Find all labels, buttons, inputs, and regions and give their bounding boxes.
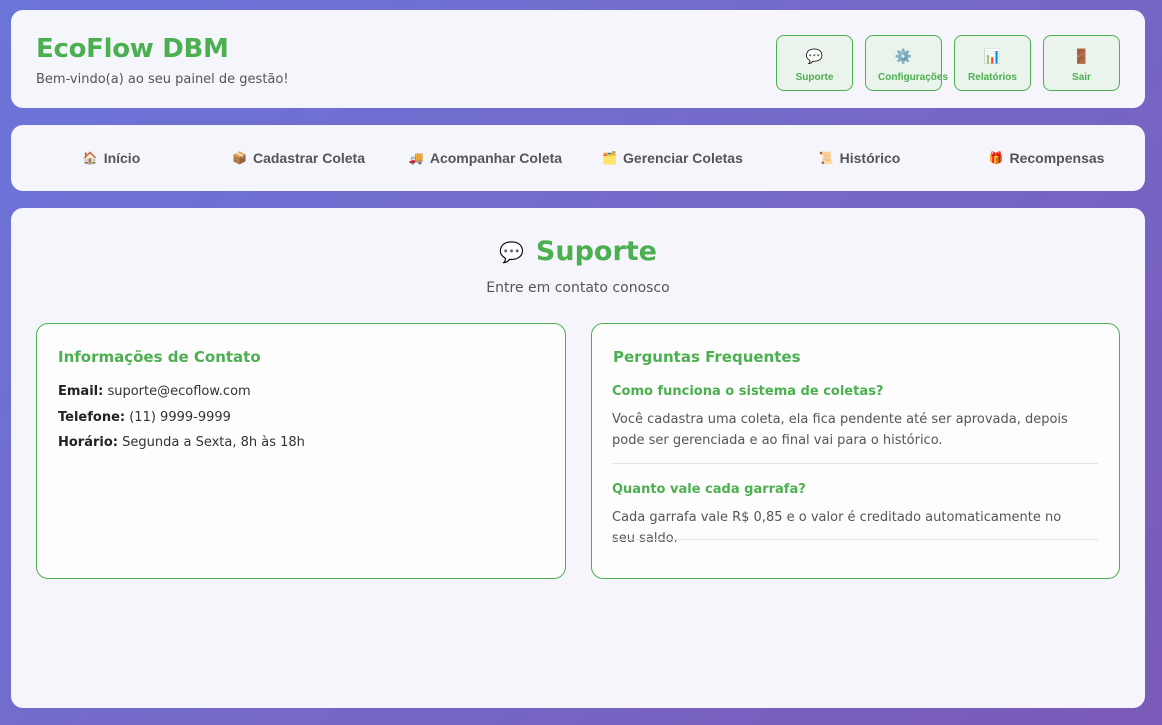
header-bar: EcoFlow DBM Bem-vindo(a) ao seu painel d… xyxy=(11,10,1145,108)
contact-phone: Telefone: (11) 9999-9999 xyxy=(58,410,231,425)
faq-answer: Cada garrafa vale R$ 0,85 e o valor é cr… xyxy=(612,510,1062,546)
faq-heading: Perguntas Frequentes xyxy=(613,348,801,366)
faq-panel: Perguntas Frequentes Como funciona o sis… xyxy=(591,323,1120,579)
nav-item-acompanhar-coleta[interactable]: 🚚 Acompanhar Coleta xyxy=(391,125,580,191)
faq-answer: Você cadastra uma coleta, ela fica pende… xyxy=(612,412,1068,448)
email-label: Email: xyxy=(58,384,104,399)
nav-item-recompensas[interactable]: 🎁 Recompensas xyxy=(952,125,1141,191)
page-subtitle: Entre em contato conosco xyxy=(486,280,670,296)
nav-item-historico[interactable]: 📜 Histórico xyxy=(765,125,954,191)
faq-divider xyxy=(612,463,1098,464)
contact-hours: Horário: Segunda a Sexta, 8h às 18h xyxy=(58,435,305,450)
nav-item-label: Recompensas xyxy=(1009,150,1105,166)
nav-item-label: Acompanhar Coleta xyxy=(429,150,563,166)
gift-icon: 🎁 xyxy=(988,151,1004,165)
speech-bubble-icon: 💬 xyxy=(805,48,824,64)
phone-label: Telefone: xyxy=(58,410,126,425)
reports-button-label: Relatórios xyxy=(968,72,1017,83)
faq-question: Como funciona o sistema de coletas? xyxy=(612,384,884,399)
contact-email: Email: suporte@ecoflow.com xyxy=(58,384,251,399)
nav-item-label: Cadastrar Coleta xyxy=(252,150,365,166)
nav-item-cadastrar-coleta[interactable]: 📦 Cadastrar Coleta xyxy=(204,125,393,191)
phone-value: (11) 9999-9999 xyxy=(129,410,231,425)
door-icon: 🚪 xyxy=(1072,48,1091,64)
gear-icon: ⚙️ xyxy=(894,48,913,64)
reports-button[interactable]: 📊 Relatórios xyxy=(954,35,1031,91)
truck-icon: 🚚 xyxy=(408,151,424,165)
speech-bubble-icon: 💬 xyxy=(499,239,524,264)
package-icon: 📦 xyxy=(232,151,247,165)
nav-item-label: Histórico xyxy=(839,150,901,166)
welcome-text: Bem-vindo(a) ao seu painel de gestão! xyxy=(36,72,289,87)
main-nav: 🏠 Início 📦 Cadastrar Coleta 🚚 Acompanhar… xyxy=(11,125,1145,191)
folder-icon: 🗂️ xyxy=(602,151,618,165)
bar-chart-icon: 📊 xyxy=(983,48,1002,64)
contact-heading: Informações de Contato xyxy=(58,348,261,366)
page-title: Suporte xyxy=(535,236,657,267)
hours-value: Segunda a Sexta, 8h às 18h xyxy=(122,435,305,450)
email-value: suporte@ecoflow.com xyxy=(107,384,251,399)
logout-button[interactable]: 🚪 Sair xyxy=(1043,35,1120,91)
faq-divider xyxy=(612,539,1098,540)
faq-question: Quanto vale cada garrafa? xyxy=(612,482,806,497)
logout-button-label: Sair xyxy=(1072,72,1091,83)
contact-info-panel: Informações de Contato Email: suporte@ec… xyxy=(36,323,566,579)
house-icon: 🏠 xyxy=(82,151,98,165)
nav-item-gerenciar-coletas[interactable]: 🗂️ Gerenciar Coletas xyxy=(578,125,767,191)
nav-item-label: Gerenciar Coletas xyxy=(623,150,743,166)
brand-title: EcoFlow DBM xyxy=(36,34,229,64)
support-button-label: Suporte xyxy=(795,72,834,83)
scroll-icon: 📜 xyxy=(818,151,834,165)
support-button[interactable]: 💬 Suporte xyxy=(776,35,853,91)
nav-item-label: Início xyxy=(103,150,141,166)
page-title-row: 💬 Suporte xyxy=(11,236,1145,267)
nav-item-inicio[interactable]: 🏠 Início xyxy=(17,125,206,191)
hours-label: Horário: xyxy=(58,435,118,450)
settings-button-label: Configurações xyxy=(878,72,949,83)
main-content: 💬 Suporte Entre em contato conosco Infor… xyxy=(11,208,1145,708)
settings-button[interactable]: ⚙️ Configurações xyxy=(865,35,948,91)
